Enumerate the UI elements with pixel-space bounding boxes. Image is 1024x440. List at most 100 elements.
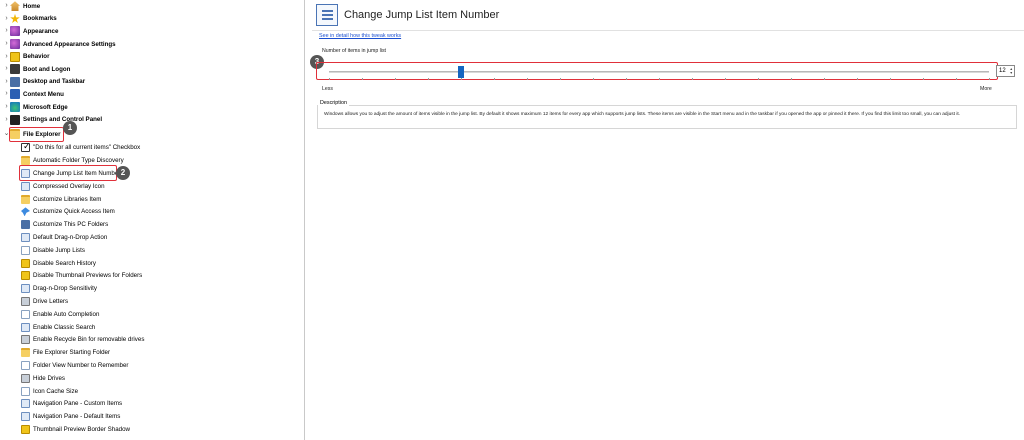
tree-item-nav-pane-default[interactable]: Navigation Pane - Default Items <box>21 410 120 423</box>
item-count-value[interactable]: 12 <box>999 68 1006 74</box>
slider-tick <box>560 78 561 80</box>
doc-icon <box>21 360 30 370</box>
tree-item-compressed-overlay[interactable]: Compressed Overlay Icon <box>21 180 105 193</box>
tree-item-microsoft-edge[interactable]: › Microsoft Edge <box>3 101 68 114</box>
tree-item-behavior[interactable]: › Behavior <box>3 50 49 63</box>
tree-item-thumbnail-border-shadow[interactable]: Thumbnail Preview Border Shadow <box>21 423 130 436</box>
library-icon <box>21 194 30 204</box>
expander-icon[interactable]: › <box>3 115 10 125</box>
expander-icon[interactable]: › <box>3 39 10 49</box>
tree-item-icon-cache-size[interactable]: Icon Cache Size <box>21 385 78 398</box>
expander-icon[interactable]: › <box>3 77 10 87</box>
tree-item-hide-drives[interactable]: Hide Drives <box>21 372 65 385</box>
slider-tick <box>725 78 726 80</box>
slider-thumb[interactable] <box>458 66 464 78</box>
step-badge-1: 1 <box>63 121 77 135</box>
expander-icon[interactable]: › <box>3 1 10 11</box>
tree-item-starting-folder[interactable]: File Explorer Starting Folder <box>21 346 110 359</box>
thumbnail-icon <box>21 424 30 434</box>
desktop-icon <box>10 76 20 87</box>
description-title: Description <box>318 100 349 106</box>
tree-item-drag-drop-sensitivity[interactable]: Drag-n-Drop Sensitivity <box>21 282 97 295</box>
drag-icon <box>21 284 30 294</box>
behavior-icon <box>10 51 20 62</box>
slider-tick <box>692 78 693 80</box>
overlay-icon <box>21 181 30 191</box>
slider-more-label: More <box>980 86 992 92</box>
slider-tick <box>923 78 924 80</box>
expander-icon[interactable]: › <box>3 52 10 62</box>
drive-icon <box>21 296 30 306</box>
tree-item-disable-search-history[interactable]: Disable Search History <box>21 257 96 270</box>
jump-list-slider[interactable] <box>316 62 998 80</box>
slider-tick <box>494 78 495 80</box>
slider-tick <box>890 78 891 80</box>
tree-item-customize-quick-access[interactable]: Customize Quick Access Item <box>21 206 115 219</box>
highlight-file-explorer <box>9 127 64 142</box>
tree-item-bookmarks[interactable]: › Bookmarks <box>3 13 57 26</box>
tweak-details-link[interactable]: See in detail how this tweak works <box>319 33 401 39</box>
tree-item-appearance[interactable]: › Appearance <box>3 25 58 38</box>
tree-item-customize-libraries[interactable]: Customize Libraries Item <box>21 193 101 206</box>
slider-track[interactable] <box>329 71 989 73</box>
gear-icon <box>10 114 20 125</box>
expander-icon[interactable]: › <box>3 14 10 24</box>
slider-tick <box>527 78 528 80</box>
highlight-change-jump-list <box>19 165 117 181</box>
item-count-spinner[interactable]: 12 ▲ ▼ <box>996 65 1015 77</box>
slider-tick <box>593 78 594 80</box>
tree-item-default-drag-drop[interactable]: Default Drag-n-Drop Action <box>21 231 107 244</box>
expander-icon[interactable]: › <box>3 64 10 74</box>
pin-icon <box>21 207 30 217</box>
slider-tick <box>758 78 759 80</box>
tree-item-context-menu[interactable]: › Context Menu <box>3 88 64 101</box>
tree-item-disable-thumbnail-previews[interactable]: Disable Thumbnail Previews for Folders <box>21 270 142 283</box>
slider-tick <box>824 78 825 80</box>
detail-header: Change Jump List Item Number <box>312 0 1024 31</box>
search-icon <box>21 322 30 332</box>
tree-item-enable-auto-completion[interactable]: Enable Auto Completion <box>21 308 99 321</box>
slider-tick <box>428 78 429 80</box>
tree-item-do-this-checkbox[interactable]: "Do this for all current items" Checkbox <box>21 141 140 155</box>
tree-item-enable-classic-search[interactable]: Enable Classic Search <box>21 321 95 334</box>
page-title: Change Jump List Item Number <box>344 9 500 21</box>
boot-icon <box>10 64 20 75</box>
slider-tick <box>626 78 627 80</box>
expander-icon[interactable]: › <box>3 26 10 36</box>
list-icon <box>316 4 338 26</box>
list-icon <box>21 245 30 255</box>
tree-item-desktop-taskbar[interactable]: › Desktop and Taskbar <box>3 76 85 89</box>
drag-icon <box>21 232 30 242</box>
spin-down-icon[interactable]: ▼ <box>1010 71 1013 75</box>
expander-icon[interactable]: › <box>3 102 10 112</box>
tree-item-drive-letters[interactable]: Drive Letters <box>21 295 68 308</box>
tree-item-boot-logon[interactable]: › Boot and Logon <box>3 63 70 76</box>
star-icon <box>10 13 20 23</box>
spinner-arrows[interactable]: ▲ ▼ <box>1010 67 1013 75</box>
folder-icon <box>21 155 30 165</box>
doc-icon <box>21 386 30 396</box>
tree-item-disable-jump-lists[interactable]: Disable Jump Lists <box>21 244 85 257</box>
tree-item-customize-this-pc[interactable]: Customize This PC Folders <box>21 218 108 231</box>
slider-tick <box>791 78 792 80</box>
slider-less-label: Less <box>322 86 333 92</box>
tree-item-folder-view-number[interactable]: Folder View Number to Remember <box>21 359 128 372</box>
tree-item-home[interactable]: › Home <box>3 0 40 13</box>
nav-pane-icon <box>21 412 30 422</box>
pc-icon <box>21 220 30 230</box>
slider-tick <box>461 78 462 80</box>
slider-tick <box>329 78 330 80</box>
navigation-tree: › Home › Bookmarks › Appearance › Advanc… <box>0 0 305 440</box>
expander-icon[interactable]: › <box>3 89 10 99</box>
tree-item-enable-recycle-bin[interactable]: Enable Recycle Bin for removable drives <box>21 334 144 347</box>
edge-icon <box>10 102 20 113</box>
tree-item-nav-pane-custom[interactable]: Navigation Pane - Custom Items <box>21 398 122 411</box>
slider-tick <box>857 78 858 80</box>
tree-item-settings-control-panel[interactable]: › Settings and Control Panel <box>3 113 102 126</box>
drive-icon <box>21 373 30 383</box>
recycle-icon <box>21 335 30 345</box>
slider-label: Number of items in jump list <box>322 48 386 54</box>
folder-icon <box>21 348 30 358</box>
checkbox-icon <box>21 141 31 153</box>
tree-item-advanced-appearance[interactable]: › Advanced Appearance Settings <box>3 38 116 51</box>
